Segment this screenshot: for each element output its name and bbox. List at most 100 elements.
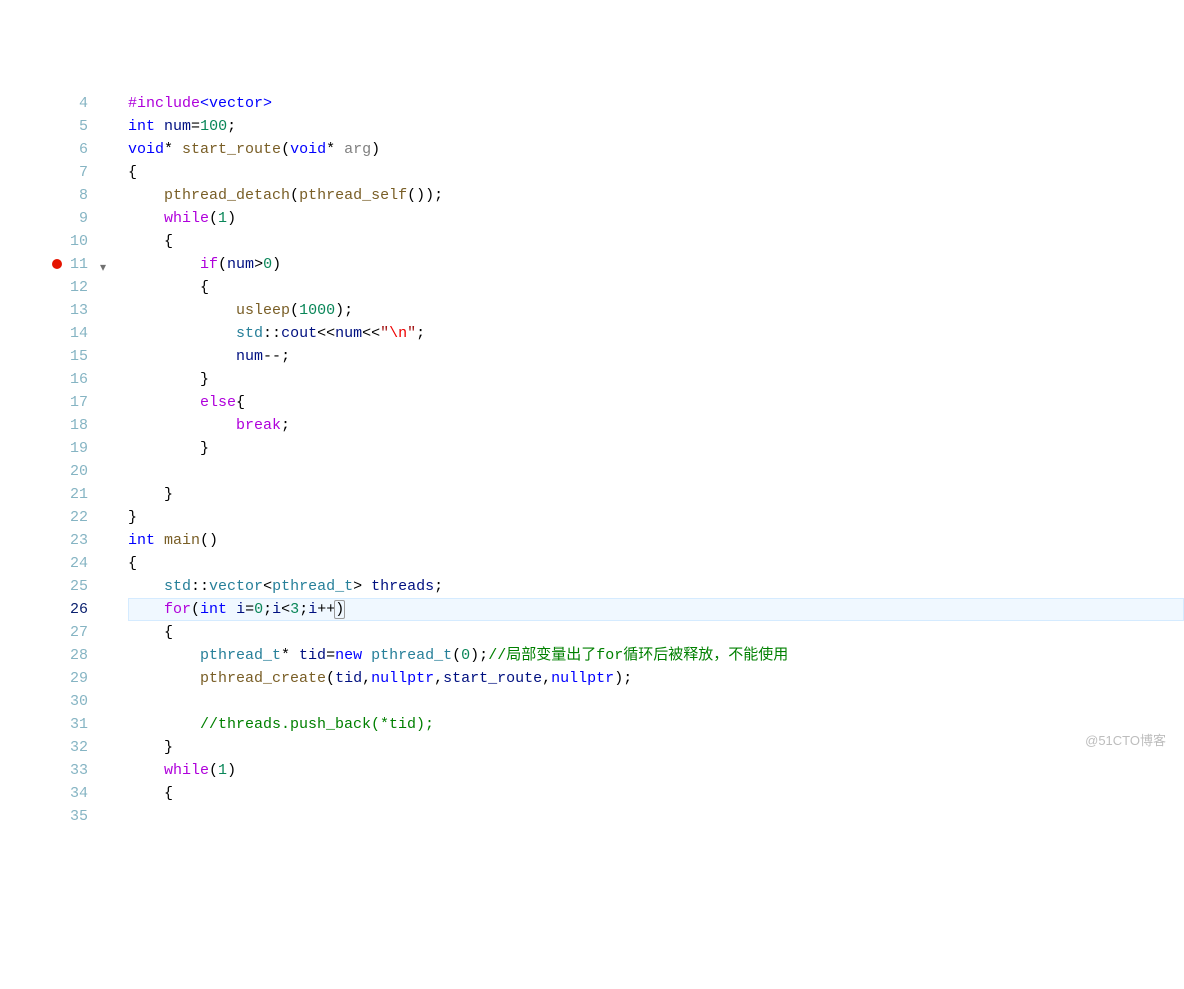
code-line[interactable]: } [128, 368, 1184, 391]
indent [128, 440, 200, 457]
code-line[interactable]: while(1) [128, 759, 1184, 782]
code-line[interactable]: } [128, 437, 1184, 460]
code-line[interactable] [128, 460, 1184, 483]
code-line[interactable] [128, 805, 1184, 828]
gutter-line[interactable]: 6 [0, 138, 110, 161]
token-op: < [281, 601, 290, 618]
code-line[interactable] [128, 690, 1184, 713]
token-text [155, 532, 164, 549]
gutter-line[interactable]: 27 [0, 621, 110, 644]
code-line[interactable]: { [128, 621, 1184, 644]
gutter-line[interactable]: 23 [0, 529, 110, 552]
indent [128, 486, 164, 503]
gutter-line[interactable]: 35 [0, 805, 110, 828]
token-var: tid [299, 647, 326, 664]
code-line[interactable]: break; [128, 414, 1184, 437]
gutter-line[interactable]: 22 [0, 506, 110, 529]
code-line[interactable]: num--; [128, 345, 1184, 368]
breakpoint-icon[interactable] [52, 259, 62, 269]
code-line[interactable]: { [128, 230, 1184, 253]
gutter-line[interactable]: 31 [0, 713, 110, 736]
code-line[interactable]: { [128, 552, 1184, 575]
line-number: 12 [70, 276, 88, 299]
code-line[interactable]: int num=100; [128, 115, 1184, 138]
code-line[interactable]: { [128, 276, 1184, 299]
gutter-line[interactable]: 15 [0, 345, 110, 368]
token-punct: ) [227, 210, 236, 227]
line-number: 4 [79, 92, 88, 115]
line-number: 24 [70, 552, 88, 575]
code-line[interactable]: } [128, 736, 1184, 759]
gutter-line[interactable]: 28 [0, 644, 110, 667]
code-line[interactable]: for(int i=0;i<3;i++) [128, 598, 1184, 621]
code-editor[interactable]: 4567891011▾12131415161718192021222324252… [0, 92, 1184, 828]
token-punct: ( [290, 302, 299, 319]
gutter-line[interactable]: 32 [0, 736, 110, 759]
line-number: 26 [70, 598, 88, 621]
gutter-line[interactable]: 5 [0, 115, 110, 138]
gutter-line[interactable]: 4 [0, 92, 110, 115]
gutter-line[interactable]: 7 [0, 161, 110, 184]
token-punct: ( [191, 601, 200, 618]
line-number: 28 [70, 644, 88, 667]
code-line[interactable]: { [128, 161, 1184, 184]
code-line[interactable]: while(1) [128, 207, 1184, 230]
token-op: > [254, 256, 263, 273]
gutter-line[interactable]: 16 [0, 368, 110, 391]
code-line[interactable]: int main() [128, 529, 1184, 552]
token-op: << [317, 325, 335, 342]
gutter-line[interactable]: 19 [0, 437, 110, 460]
code-line[interactable]: void* start_route(void* arg) [128, 138, 1184, 161]
token-punct: :: [263, 325, 281, 342]
gutter-line[interactable]: 13 [0, 299, 110, 322]
line-number: 35 [70, 805, 88, 828]
gutter-line[interactable]: 18 [0, 414, 110, 437]
gutter-line[interactable]: 17 [0, 391, 110, 414]
token-keyword: nullptr [371, 670, 434, 687]
token-op: * [326, 141, 344, 158]
gutter-line[interactable]: 20 [0, 460, 110, 483]
token-macroinc: <vector> [200, 95, 272, 112]
code-line[interactable]: pthread_detach(pthread_self()); [128, 184, 1184, 207]
line-number: 10 [70, 230, 88, 253]
code-line[interactable]: #include<vector> [128, 92, 1184, 115]
code-line[interactable]: std::vector<pthread_t> threads; [128, 575, 1184, 598]
indent [128, 601, 164, 618]
token-control: else [200, 394, 236, 411]
token-num: 100 [200, 118, 227, 135]
code-line[interactable]: if(num>0) [128, 253, 1184, 276]
gutter-line[interactable]: 25 [0, 575, 110, 598]
line-number: 11 [70, 253, 88, 276]
code-area[interactable]: #include<vector>int num=100;void* start_… [110, 92, 1184, 828]
code-line[interactable]: { [128, 782, 1184, 805]
gutter-line[interactable]: 21 [0, 483, 110, 506]
code-line[interactable]: else{ [128, 391, 1184, 414]
gutter-line[interactable]: 34 [0, 782, 110, 805]
gutter-line[interactable]: 10 [0, 230, 110, 253]
gutter-line[interactable]: 9 [0, 207, 110, 230]
token-func: pthread_detach [164, 187, 290, 204]
token-func: pthread_create [200, 670, 326, 687]
indent [128, 187, 164, 204]
token-op: * [281, 647, 299, 664]
gutter-line[interactable]: 30 [0, 690, 110, 713]
gutter-line[interactable]: 29 [0, 667, 110, 690]
gutter-line[interactable]: 33 [0, 759, 110, 782]
code-line[interactable]: usleep(1000); [128, 299, 1184, 322]
code-line[interactable]: pthread_t* tid=new pthread_t(0);//局部变量出了… [128, 644, 1184, 667]
line-number: 22 [70, 506, 88, 529]
line-number-gutter[interactable]: 4567891011▾12131415161718192021222324252… [0, 92, 110, 828]
gutter-line[interactable]: 8 [0, 184, 110, 207]
code-line[interactable]: } [128, 506, 1184, 529]
code-line[interactable]: std::cout<<num<<"\n"; [128, 322, 1184, 345]
gutter-line[interactable]: 14 [0, 322, 110, 345]
code-line[interactable]: pthread_create(tid,nullptr,start_route,n… [128, 667, 1184, 690]
token-class: pthread_t [200, 647, 281, 664]
gutter-line[interactable]: 24 [0, 552, 110, 575]
code-line[interactable]: } [128, 483, 1184, 506]
gutter-line[interactable]: 11▾ [0, 253, 110, 276]
gutter-line[interactable]: 26 [0, 598, 110, 621]
gutter-line[interactable]: 12 [0, 276, 110, 299]
indent [128, 394, 200, 411]
code-line[interactable]: //threads.push_back(*tid); [128, 713, 1184, 736]
